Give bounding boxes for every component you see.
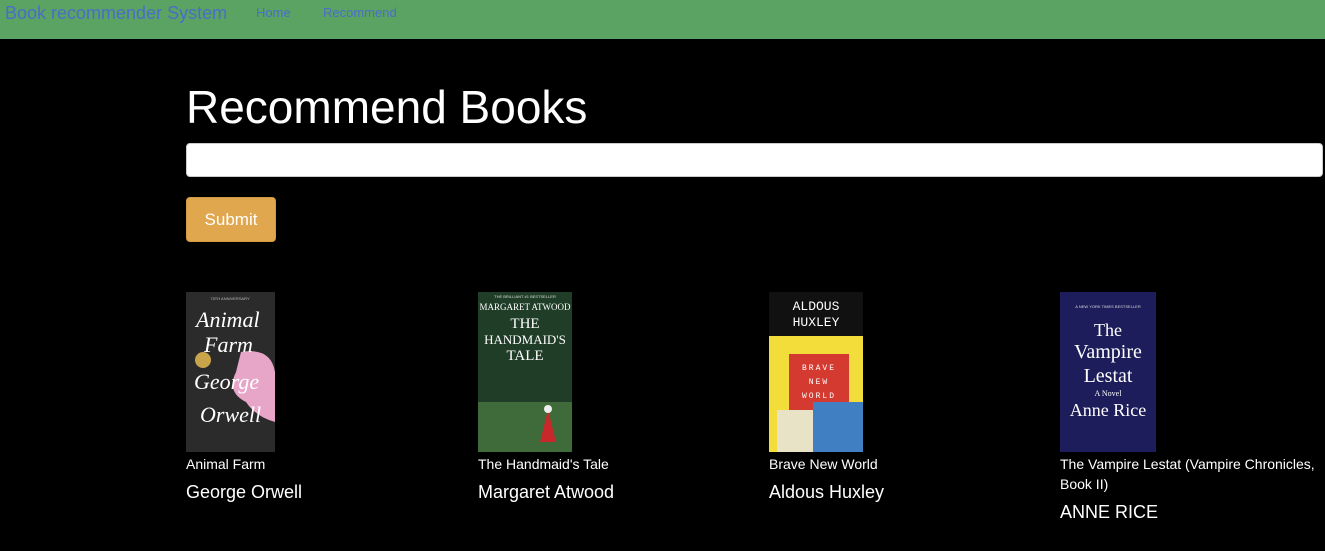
book-author: George Orwell xyxy=(186,482,303,502)
cover-text: Animal xyxy=(194,307,260,332)
cover-text: Anne Rice xyxy=(1070,400,1146,420)
cover-text: Lestat xyxy=(1084,365,1133,387)
book-author: Margaret Atwood xyxy=(478,482,615,502)
book-cover: A NEW YORK TIMES BESTSELLER The Vampire … xyxy=(1060,292,1320,452)
cover-text: WORLD xyxy=(802,392,836,401)
cover-text: TALE xyxy=(506,348,543,364)
nav-link-home[interactable]: Home xyxy=(256,5,291,20)
book-cover: THE BRILLIANT #1 BESTSELLER MARGARET ATW… xyxy=(478,292,738,452)
navbar: Book recommender System Home Recommend xyxy=(0,0,1325,39)
book-author: ANNE RICE xyxy=(1060,502,1159,522)
book-title: Brave New World xyxy=(769,456,878,472)
book-card: ALDOUS HUXLEY BRAVE NEW WORLD Brave New … xyxy=(769,292,1029,503)
book-cover: ALDOUS HUXLEY BRAVE NEW WORLD xyxy=(769,292,1029,452)
cover-text: Farm xyxy=(203,332,253,357)
cover-text: 75TH ANNIVERSARY xyxy=(210,296,250,301)
cover-text: Orwell xyxy=(200,402,261,427)
cover-text: A NEW YORK TIMES BESTSELLER xyxy=(1075,304,1141,309)
cover-text: The xyxy=(1094,320,1122,340)
cover-text: HANDMAID'S xyxy=(484,332,566,347)
cover-text: NEW xyxy=(809,378,829,387)
page-title: Recommend Books xyxy=(186,81,588,133)
cover-text: ALDOUS xyxy=(793,299,840,314)
book-title: The Handmaid's Tale xyxy=(478,456,609,472)
book-card: THE BRILLIANT #1 BESTSELLER MARGARET ATW… xyxy=(478,292,738,503)
cover-text: George xyxy=(194,369,259,394)
book-card: 75TH ANNIVERSARY Animal Farm George Orwe… xyxy=(186,292,446,503)
book-author: Aldous Huxley xyxy=(769,482,885,502)
brand-link[interactable]: Book recommender System xyxy=(5,3,227,24)
submit-button[interactable]: Submit xyxy=(186,197,276,242)
book-cover: 75TH ANNIVERSARY Animal Farm George Orwe… xyxy=(186,292,446,452)
cover-text: HUXLEY xyxy=(793,315,840,330)
book-card: A NEW YORK TIMES BESTSELLER The Vampire … xyxy=(1060,292,1320,523)
book-title: Animal Farm xyxy=(186,456,266,472)
cover-text: A Novel xyxy=(1095,389,1123,398)
cover-text: MARGARET ATWOOD xyxy=(479,302,571,312)
cover-text: BRAVE xyxy=(802,364,836,373)
book-search-input[interactable] xyxy=(186,143,1323,177)
cover-text: Vampire xyxy=(1074,341,1142,363)
cover-text: THE xyxy=(510,316,539,332)
cover-text: THE BRILLIANT #1 BESTSELLER xyxy=(494,294,556,299)
book-title: The Vampire Lestat (Vampire Chronicles, … xyxy=(1060,456,1315,492)
nav-link-recommend[interactable]: Recommend xyxy=(323,5,397,20)
